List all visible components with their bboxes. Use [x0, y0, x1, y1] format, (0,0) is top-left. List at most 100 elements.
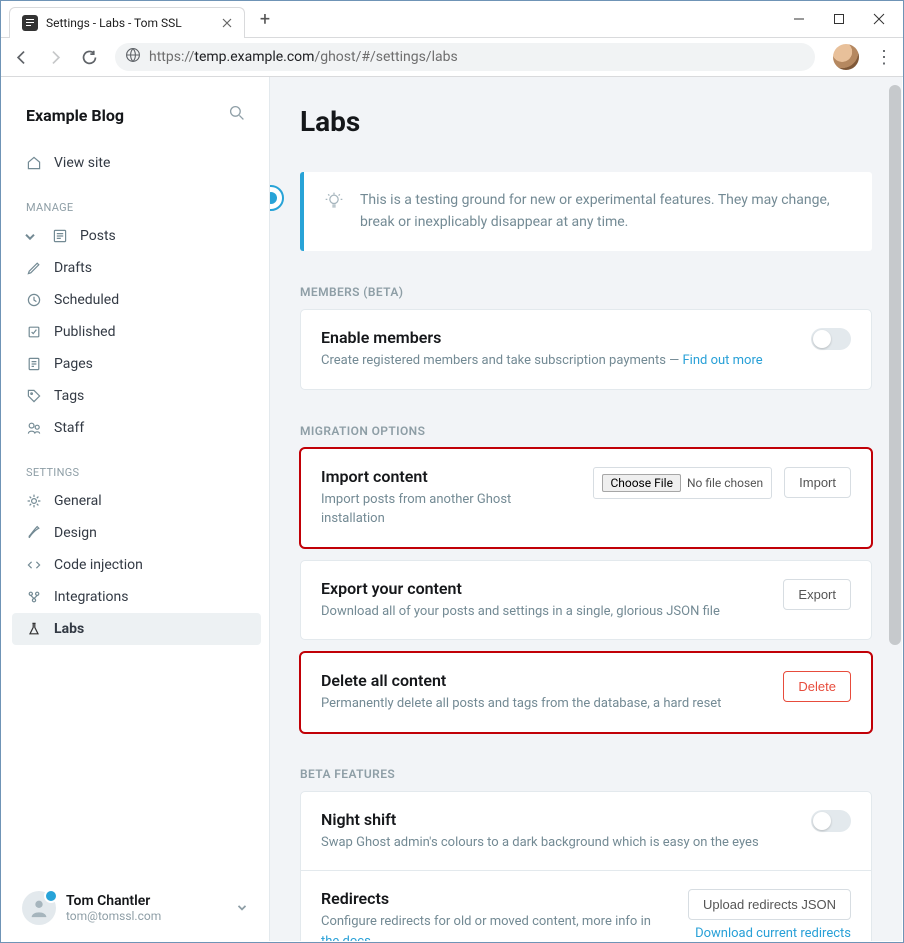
sidebar-item-posts[interactable]: Posts [2, 220, 269, 252]
clock-icon [26, 292, 42, 308]
export-button[interactable]: Export [783, 579, 851, 610]
forward-button[interactable] [41, 43, 69, 71]
search-button[interactable] [229, 105, 245, 125]
url-host: temp.example.com [194, 49, 314, 65]
address-bar[interactable]: https://temp.example.com/ghost/#/setting… [115, 43, 815, 71]
members-toggle[interactable] [811, 328, 851, 350]
published-icon [26, 324, 42, 340]
delete-button[interactable]: Delete [783, 671, 851, 702]
user-avatar [22, 891, 56, 925]
export-desc: Download all of your posts and settings … [321, 602, 767, 622]
export-title: Export your content [321, 579, 767, 598]
tab-close-button[interactable] [222, 13, 232, 32]
sidebar-item-drafts-label: Drafts [54, 260, 92, 276]
posts-icon [52, 228, 68, 244]
import-file-input[interactable]: Choose File No file chosen [593, 467, 772, 499]
members-desc: Create registered members and take subsc… [321, 351, 795, 371]
sidebar-item-integrations[interactable]: Integrations [2, 581, 269, 613]
home-icon [26, 155, 42, 171]
chevron-down-icon [22, 228, 38, 244]
brush-icon [26, 525, 42, 541]
delete-desc: Permanently delete all posts and tags fr… [321, 694, 767, 714]
import-card: Import content Import posts from another… [300, 448, 872, 548]
sidebar-item-general-label: General [54, 493, 102, 509]
redirects-title: Redirects [321, 889, 672, 908]
profile-avatar[interactable] [833, 44, 859, 70]
sidebar-item-labs-label: Labs [54, 621, 84, 637]
sidebar-item-published[interactable]: Published [2, 316, 269, 348]
sidebar-view-site[interactable]: View site [2, 147, 269, 179]
sidebar-item-posts-label: Posts [80, 228, 116, 244]
browser-menu-button[interactable]: ⋮ [871, 47, 897, 68]
redirects-docs-link[interactable]: the docs [321, 934, 371, 941]
members-find-out-more-link[interactable]: Find out more [683, 353, 763, 368]
reload-button[interactable] [75, 43, 103, 71]
night-shift-toggle[interactable] [811, 810, 851, 832]
delete-title: Delete all content [321, 671, 767, 690]
members-card: Enable members Create registered members… [300, 309, 872, 390]
sidebar-item-pages-label: Pages [54, 356, 93, 372]
integrations-icon [26, 589, 42, 605]
sidebar-section-settings: SETTINGS [2, 444, 269, 485]
night-shift-title: Night shift [321, 810, 795, 829]
window-close-button[interactable] [859, 5, 899, 33]
sidebar-item-general[interactable]: General [2, 485, 269, 517]
choose-file-button[interactable]: Choose File [602, 474, 680, 492]
sidebar-item-code-injection-label: Code injection [54, 557, 143, 573]
back-button[interactable] [7, 43, 35, 71]
delete-card: Delete all content Permanently delete al… [300, 652, 872, 733]
ghost-favicon [22, 15, 38, 31]
import-button[interactable]: Import [784, 467, 851, 498]
window-minimize-button[interactable] [779, 5, 819, 33]
sidebar-item-tags[interactable]: Tags [2, 380, 269, 412]
redirects-desc: Configure redirects for old or moved con… [321, 912, 672, 941]
file-status-label: No file chosen [687, 476, 763, 490]
info-banner-text: This is a testing ground for new or expe… [360, 190, 852, 233]
page-title: Labs [300, 105, 872, 138]
group-migration: MIGRATION OPTIONS [300, 424, 872, 438]
sidebar-item-design[interactable]: Design [2, 517, 269, 549]
pages-icon [26, 356, 42, 372]
window-maximize-button[interactable] [819, 5, 859, 33]
members-title: Enable members [321, 328, 795, 347]
sidebar-item-design-label: Design [54, 525, 97, 541]
sidebar-item-labs[interactable]: Labs [12, 613, 261, 645]
selection-indicator [270, 185, 284, 211]
main-panel: Labs This is a testing ground for new or… [270, 77, 902, 941]
browser-toolbar: https://temp.example.com/ghost/#/setting… [1, 38, 903, 77]
sidebar-item-code-injection[interactable]: Code injection [2, 549, 269, 581]
window-titlebar: Settings - Labs - Tom SSL + [1, 1, 903, 38]
info-banner: This is a testing ground for new or expe… [300, 172, 872, 251]
staff-icon [26, 420, 42, 436]
site-info-icon[interactable] [125, 47, 141, 67]
sidebar-section-manage: MANAGE [2, 179, 269, 220]
browser-tab[interactable]: Settings - Labs - Tom SSL [9, 7, 245, 38]
download-redirects-link[interactable]: Download current redirects [695, 926, 851, 941]
import-title: Import content [321, 467, 521, 486]
sidebar-item-published-label: Published [54, 324, 115, 340]
sidebar-item-drafts[interactable]: Drafts [2, 252, 269, 284]
group-members: MEMBERS (BETA) [300, 285, 872, 299]
sidebar-item-staff-label: Staff [54, 420, 84, 436]
sidebar-item-scheduled-label: Scheduled [54, 292, 119, 308]
lightbulb-icon [324, 191, 344, 211]
sidebar-item-pages[interactable]: Pages [2, 348, 269, 380]
new-tab-button[interactable]: + [251, 9, 279, 30]
sidebar-view-site-label: View site [54, 155, 110, 171]
sidebar-item-scheduled[interactable]: Scheduled [2, 284, 269, 316]
sidebar: Example Blog View site MANAGE Posts Draf… [2, 77, 270, 941]
sidebar-item-staff[interactable]: Staff [2, 412, 269, 444]
export-card: Export your content Download all of your… [300, 560, 872, 641]
sidebar-user[interactable]: Tom Chantler tom@tomssl.com [2, 875, 269, 941]
sidebar-item-integrations-label: Integrations [54, 589, 128, 605]
sidebar-item-tags-label: Tags [54, 388, 84, 404]
group-beta: BETA FEATURES [300, 767, 872, 781]
url-prefix: https:// [149, 49, 194, 65]
blog-title[interactable]: Example Blog [26, 106, 124, 125]
upload-redirects-button[interactable]: Upload redirects JSON [688, 889, 851, 920]
code-icon [26, 557, 42, 573]
user-status-dot [44, 889, 58, 903]
beta-card: Night shift Swap Ghost admin's colours t… [300, 791, 872, 941]
url-path: /ghost/#/settings/labs [314, 49, 457, 65]
user-menu-toggle[interactable] [235, 899, 249, 918]
